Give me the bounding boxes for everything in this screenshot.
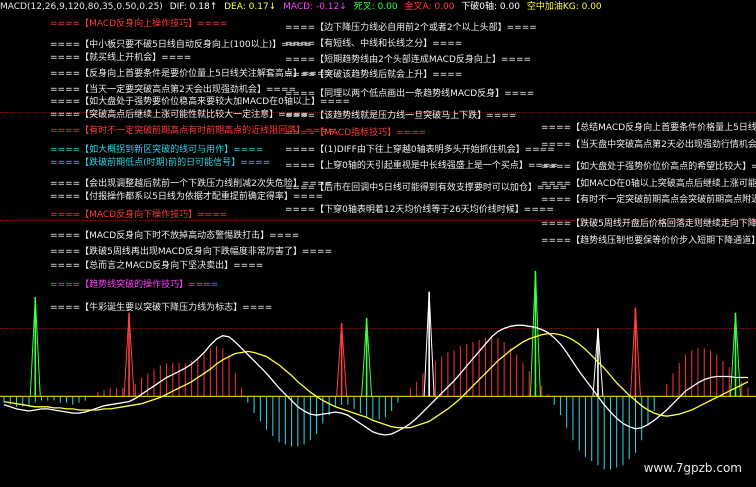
note-line: ====【中小板只要不破5日线自动反身向上(100以上)】====	[50, 40, 312, 50]
note-line: ====【MACD指标技巧】====	[285, 128, 427, 138]
note-line: ====【总而言之MACD反身向下坚决卖出】====	[50, 261, 264, 271]
note-line: ====【当天盘中突破高点第2天必出现强劲行情机会】====	[541, 140, 756, 150]
note-line: ====【趋势线压制也要保等价价步入短期下降通道】====	[541, 236, 756, 246]
note-line: ====【同理以两个低点画出一条趋势线MACD反身】====	[285, 89, 535, 99]
note-line: ====【趋势线突破的操作技巧】====	[50, 280, 219, 290]
note-line: ====【MACD反身向下时不放掉高动态警惕跌打击】====	[50, 231, 300, 241]
note-line: ====【上穿0轴的天引起重视是中长线强盛上是一个买点】====	[285, 161, 559, 171]
note-line: ====【跌破5周线再出现MACD反身向下跌幅度非常厉害了】====	[50, 247, 333, 257]
note-line: ====【付报操作都系以5日线为依据才配重提前确定得率】====	[50, 192, 324, 202]
macd-indicator-screen: MACD(12,26,9,120,80,35,0.50,0.25) DIF: 0…	[0, 0, 756, 487]
note-line: ====【短期趋势线由2个头部连成MACD反身向上】====	[285, 55, 532, 65]
note-line: ====【如MACD在0轴以上突破高点后继续上涨可能性大】====	[541, 179, 756, 189]
note-line: ====【总结MACD反身向上首要条件价格量上5日线观察高点】====	[541, 123, 756, 133]
note-line: ====【有短线、中线和长线之分】====	[285, 39, 463, 49]
note-line: ====【跌破前期低点(时期)前的日可能信号】====	[50, 158, 271, 168]
note-line: ====【后市在回调中5日线可能得到有效支撑要时可以加仓】====	[285, 183, 568, 193]
note-line: ====【该趋势线就是压力线一旦突破马上下跌】====	[285, 111, 517, 121]
note-line: ====【有时不一定突破前期高点会突破前期高点附近回落】====	[541, 195, 756, 205]
note-line: ====【边下降压力线必自用前2个或者2个以上头部】====	[285, 23, 537, 33]
dea-line	[3, 332, 749, 429]
note-line: ====【当天一定要突破高点第2天会出现强劲机会】====	[50, 85, 297, 95]
note-line: ====【MACD反身向下操作技巧】====	[50, 210, 228, 220]
note-line: ====【突破高点后继续上涨可能性就比较大一定注意】====	[50, 110, 309, 120]
note-line: ====【跌破5周线开盘后价格回落走则继续走向下降通道】====	[541, 219, 756, 229]
note-line: ====【如大概拐到新区突破的线可与用作】====	[50, 145, 264, 155]
note-line: ====【突破该趋势线后就会上升】====	[285, 70, 463, 80]
note-line: ====【牛彩诞生要以突破下降压力线为标志】====	[50, 303, 273, 313]
note-line: ====【就买线上开机会】====	[50, 53, 192, 63]
note-line: ====【(1)DIFF由下往上穿越0轴表明多头开始抓住机会】====	[285, 145, 555, 155]
watermark: www.7gpzb.com	[643, 461, 742, 475]
note-line: ====【MACD反身向上操作技巧】====	[50, 19, 228, 29]
note-line: ====【如大盘处于强势价位价高点的希望比较大】====	[541, 162, 756, 172]
note-line: ====【下穿0轴表明着12天均价线等于26天均价线时候】====	[285, 205, 554, 215]
dif-line	[3, 324, 748, 436]
